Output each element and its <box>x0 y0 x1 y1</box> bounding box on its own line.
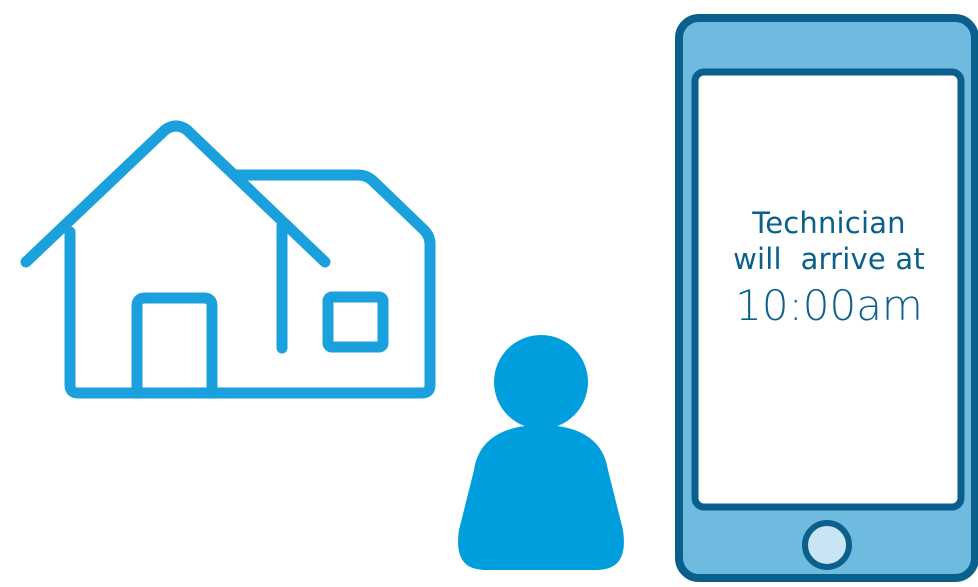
house-window <box>322 291 389 353</box>
arrival-time: 10:00am <box>735 281 923 330</box>
message-line-technician: Technician <box>752 206 906 240</box>
person-icon <box>458 335 624 570</box>
phone-home-button <box>802 520 852 570</box>
house-outline <box>64 169 436 399</box>
technician-arrival-illustration: Technician will arrive at 10:00am <box>0 0 978 583</box>
person-head <box>494 335 588 429</box>
house-door <box>131 292 218 399</box>
house-icon <box>20 120 436 399</box>
person-body <box>458 425 624 570</box>
phone-screen-message: Technician will arrive at 10:00am <box>698 205 960 333</box>
message-line-arrive: will arrive at <box>733 242 925 276</box>
